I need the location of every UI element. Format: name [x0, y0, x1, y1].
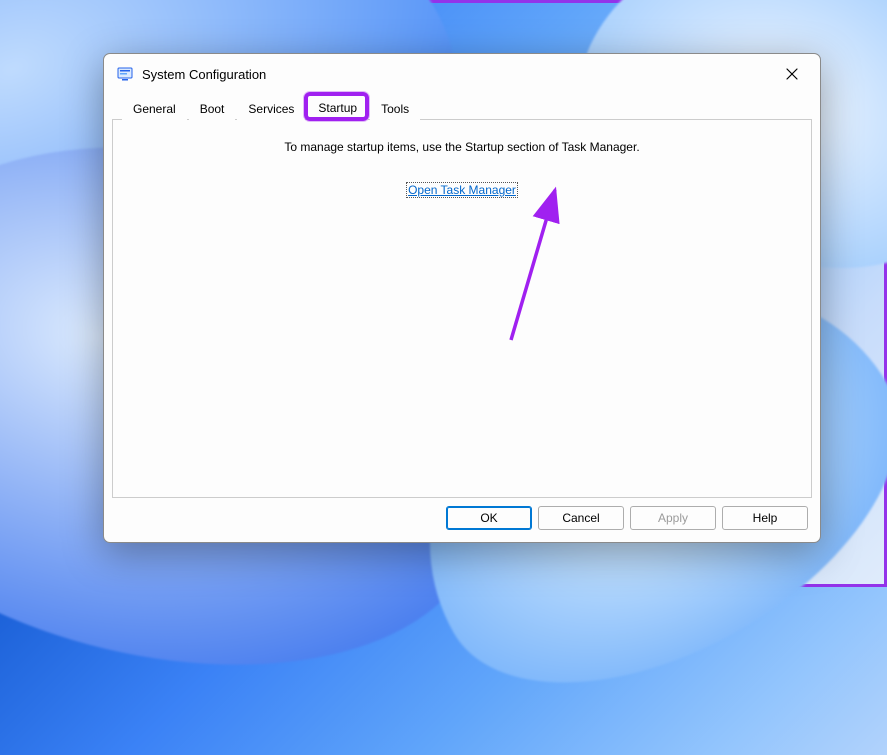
open-task-manager-link[interactable]: Open Task Manager [406, 182, 518, 198]
dialog-button-row: OK Cancel Apply Help [104, 506, 820, 542]
tab-tools[interactable]: Tools [370, 96, 420, 120]
tab-bar: General Boot Services Startup Tools [112, 94, 812, 120]
system-configuration-window: System Configuration General Boot Servic… [103, 53, 821, 543]
startup-tab-content: To manage startup items, use the Startup… [112, 120, 812, 498]
close-icon [786, 68, 798, 80]
tab-boot[interactable]: Boot [189, 96, 236, 120]
window-title: System Configuration [142, 67, 266, 82]
tab-startup[interactable]: Startup [307, 95, 368, 120]
cancel-button[interactable]: Cancel [538, 506, 624, 530]
titlebar: System Configuration [104, 54, 820, 94]
tab-services[interactable]: Services [237, 96, 305, 120]
ok-button[interactable]: OK [446, 506, 532, 530]
help-button[interactable]: Help [722, 506, 808, 530]
annotation-arrow-icon [453, 180, 573, 350]
tab-general[interactable]: General [122, 96, 187, 120]
apply-button: Apply [630, 506, 716, 530]
msconfig-icon [116, 65, 134, 83]
startup-instruction-text: To manage startup items, use the Startup… [284, 140, 639, 154]
close-button[interactable] [770, 59, 814, 89]
